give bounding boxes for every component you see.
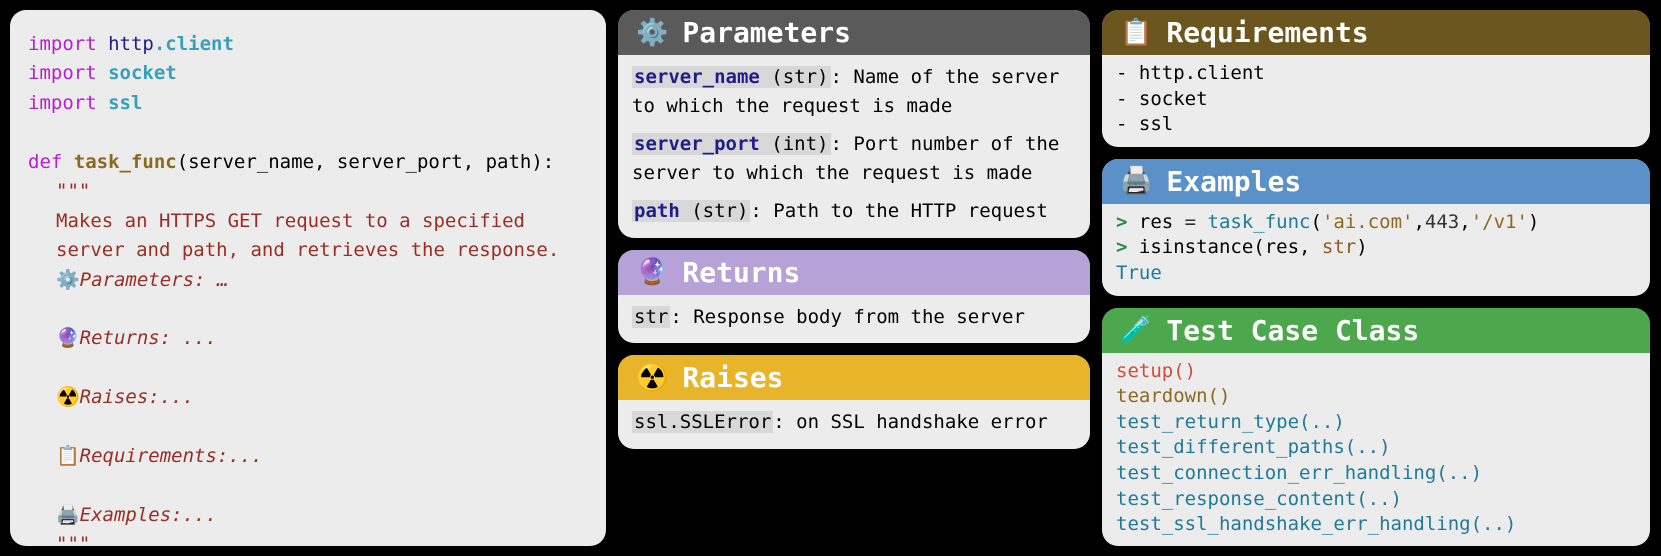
gear-icon: ⚙️ — [56, 269, 80, 291]
examples-header: 🖨️ Examples — [1102, 159, 1650, 204]
example-line-1: > res = task_func('ai.com',443,'/v1') — [1116, 210, 1636, 236]
examples-panel: 🖨️ Examples > res = task_func('ai.com',4… — [1102, 159, 1650, 296]
crystal-ball-icon: 🔮 — [636, 257, 668, 287]
requirements-panel: 📋 Requirements - http.client - socket - … — [1102, 10, 1650, 147]
raises-panel: ☢️ Raises ssl.SSLError: on SSL handshake… — [618, 355, 1090, 449]
parameters-title: Parameters — [682, 16, 851, 49]
tests-panel: 🧪 Test Case Class setup() teardown() tes… — [1102, 308, 1650, 546]
printer-icon: 🖨️ — [56, 504, 80, 526]
code-panel: import http.client import socket import … — [10, 10, 606, 546]
crystal-ball-icon: 🔮 — [56, 327, 80, 349]
docstring-params: ⚙️Parameters: … — [56, 266, 588, 295]
docstring-raises: ☢️Raises:... — [56, 383, 588, 412]
clipboard-icon: 📋 — [56, 445, 80, 467]
parameters-panel: ⚙️ Parameters server_name (str): Name of… — [618, 10, 1090, 238]
parameters-header: ⚙️ Parameters — [618, 10, 1090, 55]
docstring-desc-2: server and path, and retrieves the respo… — [56, 236, 588, 265]
code-line-import-ssl: import ssl — [28, 89, 588, 118]
docstring-examples: 🖨️Examples:... — [56, 501, 588, 530]
param-2: server_port (int): Port number of the se… — [632, 130, 1076, 187]
test-method-3: test_return_type(..) — [1116, 410, 1636, 436]
docstring-close: """ — [56, 530, 588, 546]
example-line-3: True — [1116, 261, 1636, 287]
test-method-6: test_response_content(..) — [1116, 487, 1636, 513]
raises-title: Raises — [682, 361, 783, 394]
test-method-teardown: teardown() — [1116, 384, 1636, 410]
returns-header: 🔮 Returns — [618, 250, 1090, 295]
test-method-7: test_ssl_handshake_err_handling(..) — [1116, 512, 1636, 538]
docstring-returns: 🔮Returns: ... — [56, 324, 588, 353]
requirements-header: 📋 Requirements — [1102, 10, 1650, 55]
docstring-desc-1: Makes an HTTPS GET request to a specifie… — [56, 207, 588, 236]
radioactive-icon: ☢️ — [636, 363, 668, 393]
requirements-title: Requirements — [1166, 16, 1368, 49]
returns-panel: 🔮 Returns str: Response body from the se… — [618, 250, 1090, 344]
test-tube-icon: 🧪 — [1120, 315, 1152, 345]
param-1: server_name (str): Name of the server to… — [632, 63, 1076, 120]
returns-title: Returns — [682, 256, 800, 289]
raises-header: ☢️ Raises — [618, 355, 1090, 400]
req-item-3: - ssl — [1116, 112, 1636, 138]
docstring-requirements: 📋Requirements:... — [56, 442, 588, 471]
req-item-2: - socket — [1116, 87, 1636, 113]
test-method-setup: setup() — [1116, 359, 1636, 385]
tests-title: Test Case Class — [1166, 314, 1419, 347]
test-method-5: test_connection_err_handling(..) — [1116, 461, 1636, 487]
clipboard-icon: 📋 — [1120, 18, 1152, 48]
test-method-4: test_different_paths(..) — [1116, 435, 1636, 461]
example-line-2: > isinstance(res, str) — [1116, 235, 1636, 261]
printer-icon: 🖨️ — [1120, 166, 1152, 196]
tests-header: 🧪 Test Case Class — [1102, 308, 1650, 353]
docstring-open: """ — [56, 177, 588, 206]
returns-value: str: Response body from the server — [632, 303, 1076, 332]
gear-icon: ⚙️ — [636, 18, 668, 48]
examples-title: Examples — [1166, 165, 1301, 198]
code-line-import-socket: import socket — [28, 59, 588, 88]
req-item-1: - http.client — [1116, 61, 1636, 87]
code-line-import-http: import http.client — [28, 30, 588, 59]
raises-value: ssl.SSLError: on SSL handshake error — [632, 408, 1076, 437]
code-line-def: def task_func(server_name, server_port, … — [28, 148, 588, 177]
radioactive-icon: ☢️ — [56, 386, 80, 408]
param-3: path (str): Path to the HTTP request — [632, 197, 1076, 226]
